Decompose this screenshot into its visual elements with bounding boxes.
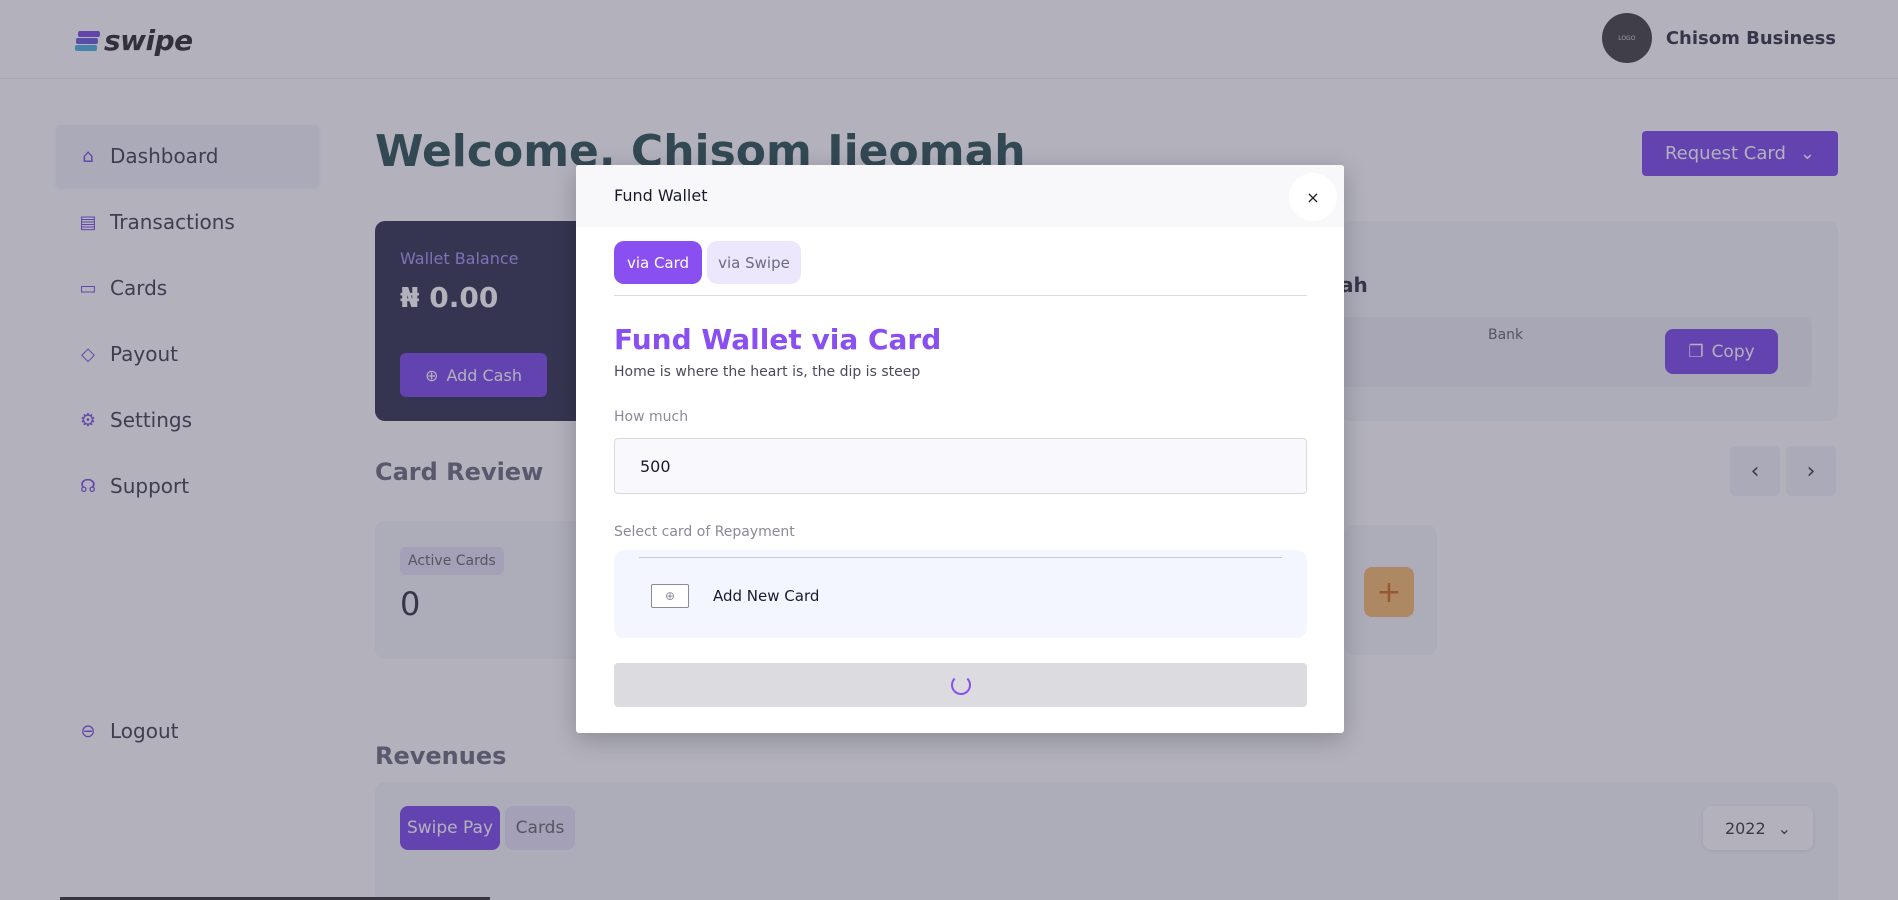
section-heading: Fund Wallet via Card [614,323,942,356]
amount-input[interactable] [614,438,1307,494]
add-new-card-label: Add New Card [713,587,820,605]
card-select-box: ⊕ Add New Card [614,550,1307,638]
card-select-label: Select card of Repayment [614,524,795,540]
amount-label: How much [614,409,689,425]
close-button[interactable]: × [1289,173,1337,221]
modal-header: Fund Wallet × [576,165,1344,227]
tab-divider [614,295,1307,296]
submit-button[interactable] [614,663,1307,707]
fund-wallet-modal: Fund Wallet × via Card via Swipe Fund Wa… [576,165,1344,733]
loading-spinner-icon [950,675,971,695]
tab-via-card[interactable]: via Card [614,241,702,284]
close-icon: × [1306,187,1320,207]
tab-via-swipe[interactable]: via Swipe [707,241,801,284]
modal-title: Fund Wallet [614,186,708,205]
divider [639,557,1282,558]
add-card-icon: ⊕ [651,584,689,608]
section-subheading: Home is where the heart is, the dip is s… [614,364,921,380]
add-new-card-button[interactable]: ⊕ Add New Card [651,584,819,608]
